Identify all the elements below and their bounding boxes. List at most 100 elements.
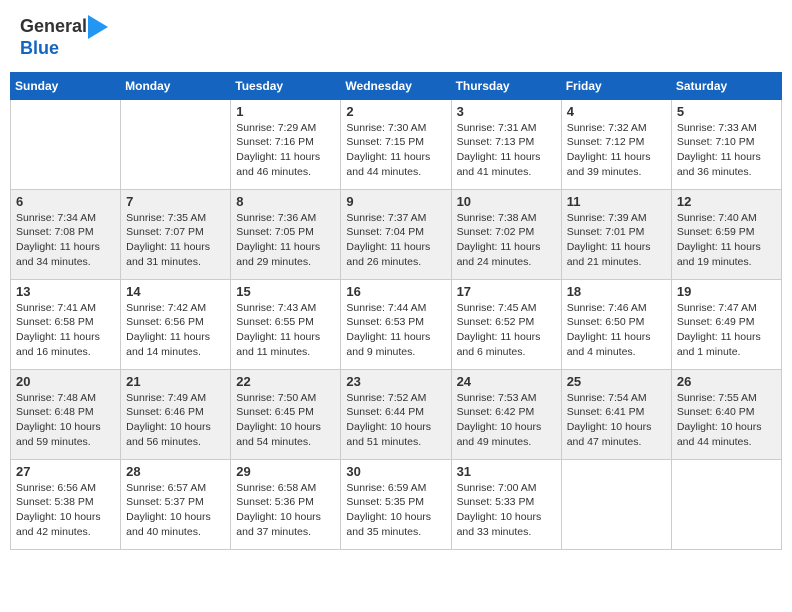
day-info: Sunrise: 7:48 AMSunset: 6:48 PMDaylight:… — [16, 391, 115, 450]
day-number: 13 — [16, 284, 115, 299]
calendar-cell: 28Sunrise: 6:57 AMSunset: 5:37 PMDayligh… — [121, 459, 231, 549]
day-number: 21 — [126, 374, 225, 389]
calendar-cell: 27 Sunrise: 6:56 AMSunset: 5:38 PMDayligh… — [11, 459, 121, 549]
day-info: Sunrise: 7:53 AMSunset: 6:42 PMDaylight:… — [457, 391, 556, 450]
weekday-header-thursday: Thursday — [451, 72, 561, 99]
day-number: 29 — [236, 464, 335, 479]
logo-general: General — [20, 16, 87, 36]
calendar-cell: 6 Sunrise: 7:34 AMSunset: 7:08 PMDaylight… — [11, 189, 121, 279]
day-info: Sunrise: 7:45 AMSunset: 6:52 PMDaylight:… — [457, 301, 556, 360]
logo: General Blue — [20, 15, 109, 59]
day-info: Sunrise: 7:47 AMSunset: 6:49 PMDaylight:… — [677, 301, 776, 360]
weekday-header-sunday: Sunday — [11, 72, 121, 99]
day-info: Sunrise: 6:57 AMSunset: 5:37 PMDaylight:… — [126, 481, 225, 540]
day-number: 3 — [457, 104, 556, 119]
day-number: 1 — [236, 104, 335, 119]
calendar-cell — [121, 99, 231, 189]
calendar-cell: 7 Sunrise: 7:35 AMSunset: 7:07 PMDaylight… — [121, 189, 231, 279]
calendar-cell — [671, 459, 781, 549]
day-info: Sunrise: 7:35 AMSunset: 7:07 PMDaylight:… — [126, 211, 225, 270]
calendar-cell: 9Sunrise: 7:37 AMSunset: 7:04 PMDaylight… — [341, 189, 451, 279]
day-number: 27 — [16, 464, 115, 479]
day-info: Sunrise: 7:30 AMSunset: 7:15 PMDaylight:… — [346, 121, 445, 180]
day-info: Sunrise: 7:29 AMSunset: 7:16 PMDaylight:… — [236, 121, 335, 180]
day-number: 5 — [677, 104, 776, 119]
day-info: Sunrise: 7:00 AMSunset: 5:33 PMDaylight:… — [457, 481, 556, 540]
day-info: Sunrise: 7:54 AMSunset: 6:41 PMDaylight:… — [567, 391, 666, 450]
day-info: Sunrise: 7:46 AMSunset: 6:50 PMDaylight:… — [567, 301, 666, 360]
weekday-header-saturday: Saturday — [671, 72, 781, 99]
day-info: Sunrise: 7:40 AMSunset: 6:59 PMDaylight:… — [677, 211, 776, 270]
calendar-week-row: 20Sunrise: 7:48 AMSunset: 6:48 PMDayligh… — [11, 369, 782, 459]
day-number: 23 — [346, 374, 445, 389]
calendar-cell: 13 Sunrise: 7:41 AMSunset: 6:58 PMDayligh… — [11, 279, 121, 369]
calendar-cell: 26 Sunrise: 7:55 AMSunset: 6:40 PMDayligh… — [671, 369, 781, 459]
weekday-header-tuesday: Tuesday — [231, 72, 341, 99]
day-info: Sunrise: 7:52 AMSunset: 6:44 PMDaylight:… — [346, 391, 445, 450]
calendar-cell: 11Sunrise: 7:39 AMSunset: 7:01 PMDayligh… — [561, 189, 671, 279]
day-number: 15 — [236, 284, 335, 299]
weekday-header-monday: Monday — [121, 72, 231, 99]
page-header: General Blue — [10, 10, 782, 64]
day-info: Sunrise: 6:58 AMSunset: 5:36 PMDaylight:… — [236, 481, 335, 540]
day-number: 19 — [677, 284, 776, 299]
weekday-header-friday: Friday — [561, 72, 671, 99]
day-number: 8 — [236, 194, 335, 209]
calendar-cell: 25 Sunrise: 7:54 AMSunset: 6:41 PMDayligh… — [561, 369, 671, 459]
calendar-cell: 24 Sunrise: 7:53 AMSunset: 6:42 PMDayligh… — [451, 369, 561, 459]
calendar-cell: 15 Sunrise: 7:43 AMSunset: 6:55 PMDayligh… — [231, 279, 341, 369]
day-info: Sunrise: 7:44 AMSunset: 6:53 PMDaylight:… — [346, 301, 445, 360]
calendar-cell: 23 Sunrise: 7:52 AMSunset: 6:44 PMDayligh… — [341, 369, 451, 459]
calendar-cell: 8 Sunrise: 7:36 AMSunset: 7:05 PMDaylight… — [231, 189, 341, 279]
day-number: 2 — [346, 104, 445, 119]
day-info: Sunrise: 7:43 AMSunset: 6:55 PMDaylight:… — [236, 301, 335, 360]
calendar-cell: 3 Sunrise: 7:31 AMSunset: 7:13 PMDaylight… — [451, 99, 561, 189]
calendar-week-row: 27 Sunrise: 6:56 AMSunset: 5:38 PMDayligh… — [11, 459, 782, 549]
calendar-cell: 21 Sunrise: 7:49 AMSunset: 6:46 PMDayligh… — [121, 369, 231, 459]
logo-blue: Blue — [20, 38, 59, 58]
calendar-header-row: SundayMondayTuesdayWednesdayThursdayFrid… — [11, 72, 782, 99]
calendar-cell: 14 Sunrise: 7:42 AMSunset: 6:56 PMDayligh… — [121, 279, 231, 369]
calendar-cell: 1 Sunrise: 7:29 AMSunset: 7:16 PMDaylight… — [231, 99, 341, 189]
calendar-cell: 22 Sunrise: 7:50 AMSunset: 6:45 PMDayligh… — [231, 369, 341, 459]
day-info: Sunrise: 7:38 AMSunset: 7:02 PMDaylight:… — [457, 211, 556, 270]
calendar-cell: 16 Sunrise: 7:44 AMSunset: 6:53 PMDayligh… — [341, 279, 451, 369]
day-number: 30 — [346, 464, 445, 479]
day-info: Sunrise: 7:55 AMSunset: 6:40 PMDaylight:… — [677, 391, 776, 450]
calendar-cell: 18 Sunrise: 7:46 AMSunset: 6:50 PMDayligh… — [561, 279, 671, 369]
calendar-cell — [561, 459, 671, 549]
day-info: Sunrise: 7:31 AMSunset: 7:13 PMDaylight:… — [457, 121, 556, 180]
day-info: Sunrise: 7:50 AMSunset: 6:45 PMDaylight:… — [236, 391, 335, 450]
day-info: Sunrise: 6:59 AMSunset: 5:35 PMDaylight:… — [346, 481, 445, 540]
day-number: 12 — [677, 194, 776, 209]
day-number: 7 — [126, 194, 225, 209]
calendar-cell: 29 Sunrise: 6:58 AMSunset: 5:36 PMDayligh… — [231, 459, 341, 549]
calendar-cell: 19 Sunrise: 7:47 AMSunset: 6:49 PMDayligh… — [671, 279, 781, 369]
day-info: Sunrise: 7:39 AMSunset: 7:01 PMDaylight:… — [567, 211, 666, 270]
day-info: Sunrise: 7:33 AMSunset: 7:10 PMDaylight:… — [677, 121, 776, 180]
day-number: 25 — [567, 374, 666, 389]
day-info: Sunrise: 7:36 AMSunset: 7:05 PMDaylight:… — [236, 211, 335, 270]
day-number: 24 — [457, 374, 556, 389]
day-number: 26 — [677, 374, 776, 389]
calendar-cell: 30 Sunrise: 6:59 AMSunset: 5:35 PMDayligh… — [341, 459, 451, 549]
calendar-table: SundayMondayTuesdayWednesdayThursdayFrid… — [10, 72, 782, 550]
day-number: 16 — [346, 284, 445, 299]
calendar-week-row: 1 Sunrise: 7:29 AMSunset: 7:16 PMDaylight… — [11, 99, 782, 189]
calendar-week-row: 13 Sunrise: 7:41 AMSunset: 6:58 PMDayligh… — [11, 279, 782, 369]
day-number: 6 — [16, 194, 115, 209]
day-info: Sunrise: 7:42 AMSunset: 6:56 PMDaylight:… — [126, 301, 225, 360]
day-info: Sunrise: 6:56 AMSunset: 5:38 PMDaylight:… — [16, 481, 115, 540]
day-info: Sunrise: 7:41 AMSunset: 6:58 PMDaylight:… — [16, 301, 115, 360]
day-number: 9 — [346, 194, 445, 209]
day-info: Sunrise: 7:49 AMSunset: 6:46 PMDaylight:… — [126, 391, 225, 450]
day-number: 18 — [567, 284, 666, 299]
day-info: Sunrise: 7:34 AMSunset: 7:08 PMDaylight:… — [16, 211, 115, 270]
calendar-cell — [11, 99, 121, 189]
calendar-cell: 31Sunrise: 7:00 AMSunset: 5:33 PMDayligh… — [451, 459, 561, 549]
calendar-cell: 5 Sunrise: 7:33 AMSunset: 7:10 PMDaylight… — [671, 99, 781, 189]
calendar-cell: 10Sunrise: 7:38 AMSunset: 7:02 PMDayligh… — [451, 189, 561, 279]
day-number: 22 — [236, 374, 335, 389]
day-number: 14 — [126, 284, 225, 299]
day-info: Sunrise: 7:32 AMSunset: 7:12 PMDaylight:… — [567, 121, 666, 180]
